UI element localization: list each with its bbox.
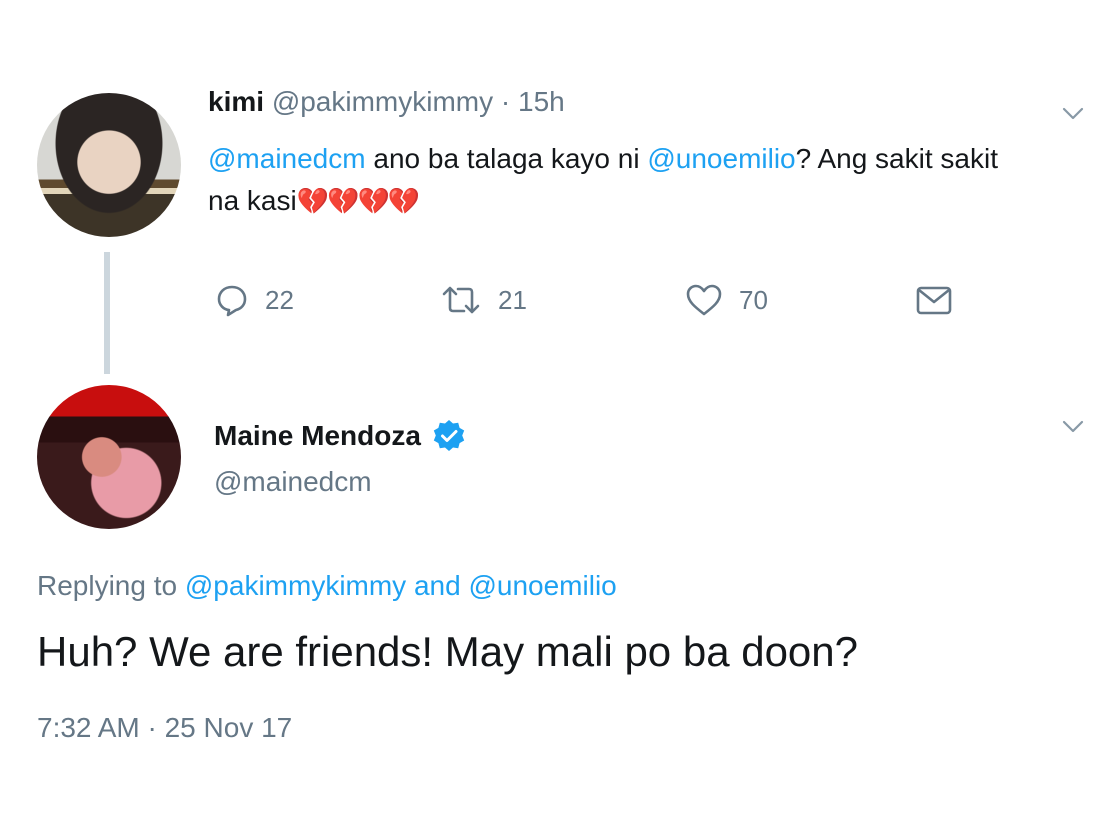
reply-count: 22 <box>265 284 294 315</box>
reply-icon <box>215 283 249 317</box>
parent-author-name[interactable]: kimi <box>208 86 264 117</box>
mention-link[interactable]: @pakimmykimmy <box>185 570 406 601</box>
mention-link[interactable]: @unoemilio <box>468 570 616 601</box>
parent-tweet-header: kimi @pakimmykimmy · 15h <box>208 86 565 118</box>
maine-avatar[interactable] <box>37 385 181 529</box>
retweet-button[interactable]: 21 <box>440 280 527 320</box>
reply-author-name-line: Maine Mendoza <box>214 418 467 454</box>
reply-author-name[interactable]: Maine Mendoza <box>214 420 421 452</box>
direct-message-button[interactable] <box>915 280 953 320</box>
tweet-actions: 22 21 70 <box>215 280 975 320</box>
chevron-down-icon[interactable] <box>1062 102 1084 124</box>
replying-conjunction: and <box>406 570 469 601</box>
replying-prefix: Replying to <box>37 570 185 601</box>
verified-badge-icon <box>431 418 467 454</box>
broken-heart-emoji: 💔💔💔💔 <box>296 186 420 216</box>
reply-tweet-text: Huh? We are friends! May mali po ba doon… <box>37 628 859 675</box>
kimi-avatar[interactable] <box>37 93 181 237</box>
retweet-icon <box>440 283 482 317</box>
parent-author-handle[interactable]: @pakimmykimmy <box>272 86 493 117</box>
reply-author-handle[interactable]: @mainedcm <box>214 466 372 498</box>
like-button[interactable]: 70 <box>685 280 768 320</box>
tweet-thread: kimi @pakimmykimmy · 15h @mainedcm ano b… <box>0 0 1120 840</box>
tweet-text-segment: ano ba talaga kayo ni <box>365 143 648 174</box>
retweet-count: 21 <box>498 284 527 315</box>
envelope-icon <box>915 283 953 317</box>
parent-tweet-text: @mainedcm ano ba talaga kayo ni @unoemil… <box>208 138 1028 222</box>
chevron-down-icon[interactable] <box>1062 415 1084 437</box>
replying-to-line: Replying to @pakimmykimmy and @unoemilio <box>37 570 617 602</box>
reply-button[interactable]: 22 <box>215 280 294 320</box>
heart-icon <box>685 283 723 317</box>
mention-link[interactable]: @unoemilio <box>647 143 795 174</box>
parent-tweet-time[interactable]: 15h <box>518 86 565 117</box>
thread-connector-line <box>104 252 110 374</box>
like-count: 70 <box>739 284 768 315</box>
header-separator: · <box>500 86 511 117</box>
mention-link[interactable]: @mainedcm <box>208 143 366 174</box>
reply-timestamp[interactable]: 7:32 AM · 25 Nov 17 <box>37 712 292 744</box>
